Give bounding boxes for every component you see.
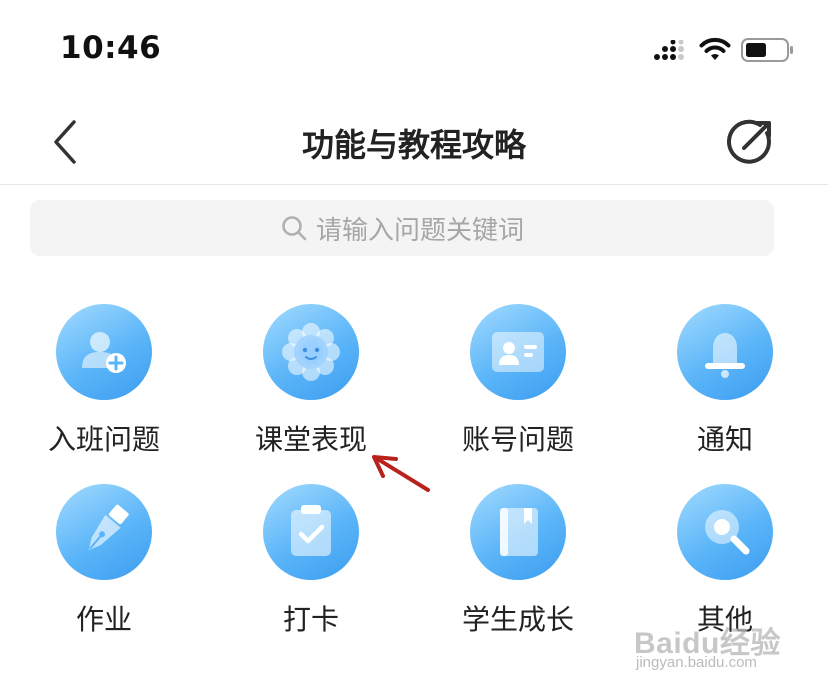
page-title: 功能与教程攻略	[301, 126, 526, 164]
grid-item-label: 账号问题	[461, 423, 574, 456]
share-button[interactable]	[722, 116, 776, 170]
share-arrow-icon	[727, 119, 771, 164]
grid-item-notice[interactable]: 通知	[625, 304, 825, 458]
grid-item-join-class[interactable]: 入班问题	[4, 304, 204, 458]
wifi-icon	[699, 37, 731, 60]
grid-item-icon-bg	[56, 304, 152, 400]
search-input[interactable]: 请输入问题关键词	[30, 200, 774, 256]
baidu-watermark: Baidu经验 jingyan.baidu.com	[634, 618, 814, 688]
clipboard-check-icon	[291, 505, 331, 556]
search-placeholder: 请输入问题关键词	[315, 215, 524, 246]
grid-item-icon-bg	[470, 304, 566, 400]
grid-item-label: 打卡	[282, 603, 339, 636]
grid-item-classroom[interactable]: 课堂表现	[211, 304, 411, 458]
grid-item-icon-bg	[263, 304, 359, 400]
bell-icon	[705, 333, 745, 378]
flower-smile-icon	[282, 323, 340, 381]
grid-item-icon-bg	[677, 484, 773, 580]
grid-item-icon-bg	[56, 484, 152, 580]
nav-bar: 功能与教程攻略	[0, 100, 828, 185]
magnifier-icon	[705, 510, 750, 555]
annotation-arrow-icon	[372, 455, 430, 492]
cellular-signal-icon	[654, 40, 684, 60]
status-bar: 10:46	[0, 0, 828, 100]
pen-nib-icon	[88, 504, 129, 551]
grid-item-icon-bg	[677, 304, 773, 400]
grid-item-label: 作业	[75, 603, 132, 636]
search-icon	[282, 216, 307, 241]
grid-item-icon-bg	[470, 484, 566, 580]
grid-item-account[interactable]: 账号问题	[418, 304, 618, 458]
grid-item-label: 入班问题	[47, 423, 160, 456]
grid-item-other[interactable]: 其他	[625, 484, 825, 638]
grid-item-checkin[interactable]: 打卡	[211, 484, 411, 638]
id-card-icon	[492, 332, 544, 372]
grid-item-icon-bg	[263, 484, 359, 580]
book-icon	[500, 508, 538, 556]
grid-item-label: 学生成长	[461, 603, 574, 636]
battery-icon	[741, 38, 793, 62]
watermark-sub: jingyan.baidu.com	[636, 654, 757, 671]
grid-item-homework[interactable]: 作业	[4, 484, 204, 638]
grid-item-label: 通知	[696, 423, 753, 456]
grid-item-growth[interactable]: 学生成长	[418, 484, 618, 638]
user-add-icon	[82, 332, 126, 373]
status-time: 10:46	[60, 30, 162, 66]
